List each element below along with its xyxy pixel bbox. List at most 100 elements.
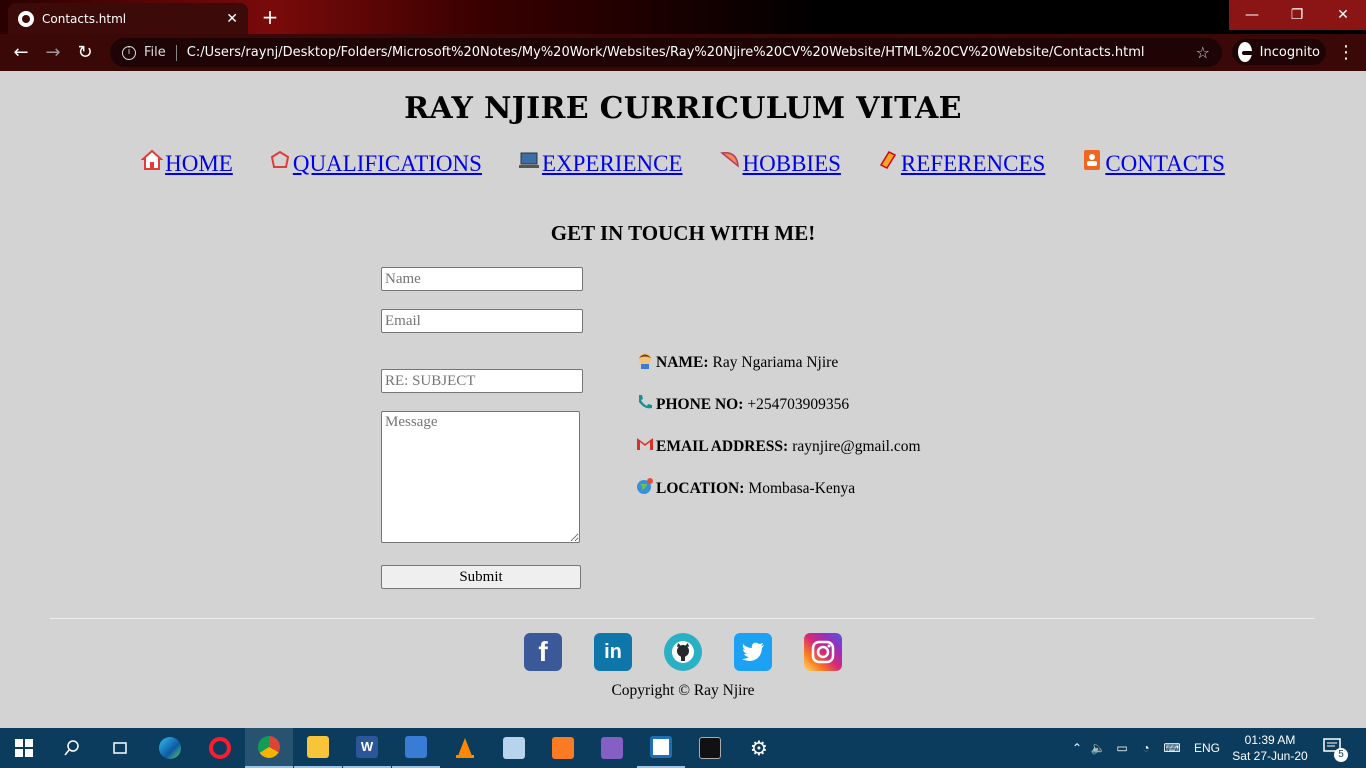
magnifier-icon xyxy=(64,740,79,756)
task-view-icon[interactable] xyxy=(96,728,144,768)
incognito-indicator[interactable]: Incognito xyxy=(1232,39,1326,65)
bookmark-star-icon[interactable]: ☆ xyxy=(1196,43,1210,62)
nav-label: HOBBIES xyxy=(742,151,841,176)
tab-title: Contacts.html xyxy=(42,11,127,26)
subject-input[interactable] xyxy=(381,369,583,393)
back-arrow-icon[interactable]: ← xyxy=(8,40,34,66)
language-indicator[interactable]: ENG xyxy=(1194,741,1220,755)
name-input[interactable] xyxy=(381,267,583,291)
message-textarea[interactable] xyxy=(381,411,580,543)
twitter-bird-icon xyxy=(742,642,764,661)
restore-button[interactable]: ❐ xyxy=(1274,0,1320,30)
site-info-icon[interactable]: i xyxy=(122,45,136,60)
info-value: raynjire@gmail.com xyxy=(792,438,921,455)
clock-date: Sat 27-Jun-20 xyxy=(1232,749,1308,763)
contacts-icon xyxy=(1084,150,1101,170)
contact-heading: GET IN TOUCH WITH ME! xyxy=(550,221,816,245)
task-view-glyph-icon xyxy=(113,742,127,754)
search-icon[interactable] xyxy=(48,728,96,768)
url-text[interactable]: C:/Users/raynj/Desktop/Folders/Microsoft… xyxy=(187,45,1196,60)
hobbies-icon xyxy=(719,152,739,168)
instagram-icon[interactable] xyxy=(804,633,842,671)
nav-label: QUALIFICATIONS xyxy=(292,151,482,176)
info-value: Ray Ngariama Njire xyxy=(712,354,839,371)
close-window-button[interactable]: ✕ xyxy=(1320,0,1366,30)
word-icon[interactable]: W xyxy=(343,728,391,768)
footer-divider xyxy=(50,618,1315,619)
visual-studio-icon[interactable] xyxy=(588,728,636,768)
contact-info-email: EMAIL ADDRESS: raynjire@gmail.com xyxy=(636,438,1056,480)
page-favicon-icon xyxy=(18,10,34,27)
contact-info-location: LOCATION: Mombasa-Kenya xyxy=(636,478,1056,522)
remote-desktop-icon[interactable] xyxy=(392,728,440,768)
file-explorer-icon[interactable] xyxy=(294,728,342,768)
opera-browser-icon[interactable] xyxy=(196,728,244,768)
info-label: LOCATION: xyxy=(656,480,745,497)
keyboard-icon[interactable]: ⌨ xyxy=(1158,741,1186,755)
graduation-icon xyxy=(270,150,289,168)
main-nav: HOME QUALIFICATIONS EXPERIENCE HOBBIES R… xyxy=(0,149,1366,177)
browser-toolbar: ← → ↻ i File C:/Users/raynj/Desktop/Fold… xyxy=(0,34,1366,71)
references-icon xyxy=(879,151,896,169)
app-window-icon[interactable] xyxy=(637,728,685,768)
github-icon[interactable] xyxy=(664,633,702,671)
person-icon xyxy=(639,353,651,369)
battery-icon[interactable]: ▭ xyxy=(1110,741,1134,755)
windows-taskbar: W ⚙ ⌃ 🔈 ▭ ◔ ⌨ ENG 01:39 AM Sat 27-Jun-20 xyxy=(0,728,1366,768)
address-scheme-label: File xyxy=(144,45,166,60)
nav-link-contacts[interactable]: CONTACTS xyxy=(1081,150,1225,177)
home-icon xyxy=(141,149,164,170)
contact-info-list: NAME: Ray Ngariama Njire PHONE NO: +2547… xyxy=(636,353,1056,522)
address-separator xyxy=(175,44,177,61)
email-input[interactable] xyxy=(381,309,583,333)
volume-icon[interactable]: 🔈 xyxy=(1086,741,1110,755)
info-value: +254703909356 xyxy=(747,396,850,413)
new-tab-button[interactable]: + xyxy=(258,5,282,29)
nav-label: EXPERIENCE xyxy=(541,151,683,176)
nav-link-hobbies[interactable]: HOBBIES xyxy=(719,151,841,177)
tab-close-icon[interactable]: ✕ xyxy=(226,11,238,27)
virtualbox-icon[interactable] xyxy=(490,728,538,768)
nav-link-qualifications[interactable]: QUALIFICATIONS xyxy=(269,150,482,177)
incognito-icon xyxy=(1238,42,1254,62)
facebook-icon[interactable]: f xyxy=(524,633,562,671)
nav-label: CONTACTS xyxy=(1105,151,1225,176)
edge-browser-icon[interactable] xyxy=(146,728,194,768)
settings-gear-icon[interactable]: ⚙ xyxy=(735,728,783,768)
nav-link-experience[interactable]: EXPERIENCE xyxy=(518,151,683,177)
notification-badge: 5 xyxy=(1334,748,1348,762)
vlc-player-icon[interactable] xyxy=(441,728,489,768)
chrome-browser-icon[interactable] xyxy=(245,728,293,768)
wifi-icon[interactable]: ◔ xyxy=(1134,741,1158,755)
windows-logo-icon xyxy=(15,739,33,757)
linkedin-icon[interactable]: in xyxy=(594,633,632,671)
address-bar[interactable]: i File C:/Users/raynj/Desktop/Folders/Mi… xyxy=(110,38,1222,67)
globe-icon xyxy=(637,478,653,494)
clock-time: 01:39 AM xyxy=(1244,733,1296,747)
page-title: RAY NJIRE CURRICULUM VITAE xyxy=(404,91,962,126)
start-button[interactable] xyxy=(0,728,48,768)
reload-icon[interactable]: ↻ xyxy=(72,40,98,66)
vlc-cone-icon xyxy=(456,738,474,758)
notification-center-icon[interactable]: 5 xyxy=(1322,736,1348,762)
nav-link-references[interactable]: REFERENCES xyxy=(877,151,1045,177)
info-value: Mombasa-Kenya xyxy=(748,480,856,497)
taskbar-clock[interactable]: 01:39 AM Sat 27-Jun-20 xyxy=(1230,732,1310,764)
page-content: RAY NJIRE CURRICULUM VITAE HOME QUALIFIC… xyxy=(0,71,1366,728)
github-octocat-icon xyxy=(672,641,694,663)
terminal-icon[interactable] xyxy=(686,728,734,768)
laptop-icon xyxy=(518,152,539,168)
forward-arrow-icon[interactable]: → xyxy=(40,40,66,66)
phone-icon xyxy=(639,395,652,409)
nav-label: HOME xyxy=(165,151,233,176)
browser-tab-strip: Contacts.html ✕ + — ❐ ✕ xyxy=(0,0,1366,34)
chevron-up-icon[interactable]: ⌃ xyxy=(1068,741,1086,755)
xampp-icon[interactable] xyxy=(539,728,587,768)
minimize-button[interactable]: — xyxy=(1229,0,1275,30)
nav-label: REFERENCES xyxy=(900,151,1046,176)
nav-link-home[interactable]: HOME xyxy=(141,149,233,177)
browser-tab[interactable]: Contacts.html ✕ xyxy=(8,3,248,34)
twitter-icon[interactable] xyxy=(734,633,772,671)
browser-menu-icon[interactable]: ⋮ xyxy=(1336,40,1356,66)
submit-button[interactable]: Submit xyxy=(381,565,581,589)
